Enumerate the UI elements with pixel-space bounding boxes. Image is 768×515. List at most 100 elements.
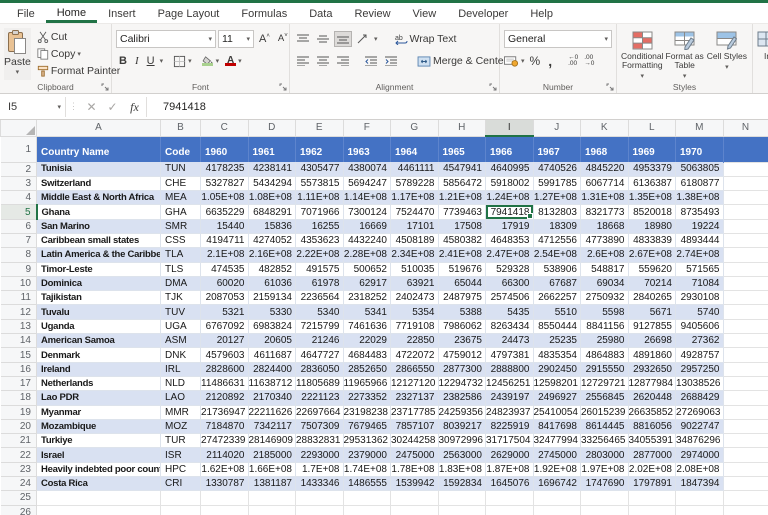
increase-indent-button[interactable] bbox=[382, 53, 400, 69]
cell[interactable]: 21736947 bbox=[201, 405, 249, 419]
cell[interactable]: 2620448 bbox=[628, 391, 676, 405]
cell-country-name[interactable]: Caribbean small states bbox=[37, 233, 161, 247]
cell[interactable] bbox=[723, 233, 768, 247]
cell[interactable]: 2563000 bbox=[438, 448, 486, 462]
cell[interactable]: 6983824 bbox=[248, 319, 296, 333]
cell[interactable]: 5918002 bbox=[486, 176, 534, 190]
cell[interactable]: 25410054 bbox=[533, 405, 581, 419]
name-box[interactable]: I5 ▾ bbox=[4, 97, 66, 117]
font-name-select[interactable]: Calibri▾ bbox=[116, 30, 216, 48]
cell[interactable]: 4797381 bbox=[486, 348, 534, 362]
cell-country-name[interactable]: Ireland bbox=[37, 362, 161, 376]
cell[interactable]: 2.34E+08 bbox=[391, 248, 439, 262]
cell[interactable] bbox=[343, 491, 391, 505]
cell[interactable]: 71084 bbox=[676, 276, 724, 290]
cell[interactable]: 61978 bbox=[296, 276, 344, 290]
cell-country-code[interactable]: TUN bbox=[161, 162, 201, 176]
cell[interactable]: 7857107 bbox=[391, 419, 439, 433]
cell[interactable] bbox=[723, 348, 768, 362]
cell[interactable]: 8520018 bbox=[628, 205, 676, 219]
cell[interactable]: 1645076 bbox=[486, 477, 534, 491]
cell[interactable]: 500652 bbox=[343, 262, 391, 276]
cell[interactable]: 2.08E+08 bbox=[676, 462, 724, 476]
cell[interactable]: 24823937 bbox=[486, 405, 534, 419]
cell[interactable] bbox=[723, 276, 768, 290]
cell[interactable] bbox=[723, 391, 768, 405]
cell[interactable] bbox=[723, 448, 768, 462]
cell[interactable]: 30972996 bbox=[438, 434, 486, 448]
cell[interactable]: 6767092 bbox=[201, 319, 249, 333]
cell[interactable]: 6635229 bbox=[201, 205, 249, 219]
font-color-button[interactable]: A bbox=[225, 56, 236, 66]
header-cell[interactable]: 1966 bbox=[486, 136, 534, 162]
format-painter-button[interactable]: Format Painter bbox=[34, 62, 123, 79]
cell-country-code[interactable]: HPC bbox=[161, 462, 201, 476]
cell[interactable]: 8132803 bbox=[533, 205, 581, 219]
cell[interactable]: 5510 bbox=[533, 305, 581, 319]
cell[interactable] bbox=[161, 505, 201, 515]
orientation-caret-icon[interactable]: ▾ bbox=[374, 35, 378, 43]
cell-country-code[interactable]: DNK bbox=[161, 348, 201, 362]
cell[interactable]: 5740 bbox=[676, 305, 724, 319]
cell[interactable]: 5573815 bbox=[296, 176, 344, 190]
cell-country-name[interactable]: Netherlands bbox=[37, 376, 161, 390]
cell[interactable]: 1696742 bbox=[533, 477, 581, 491]
cell[interactable]: 2662257 bbox=[533, 291, 581, 305]
cell[interactable]: 519676 bbox=[438, 262, 486, 276]
cell[interactable]: 4580382 bbox=[438, 233, 486, 247]
cell-country-name[interactable]: Turkiye bbox=[37, 434, 161, 448]
confirm-entry-icon[interactable]: ✓ bbox=[102, 100, 123, 114]
cell[interactable]: 29531362 bbox=[343, 434, 391, 448]
cell[interactable]: 1.87E+08 bbox=[486, 462, 534, 476]
cell[interactable]: 15440 bbox=[201, 219, 249, 233]
column-header-D[interactable]: D bbox=[248, 120, 296, 136]
cell[interactable] bbox=[581, 491, 629, 505]
cell[interactable]: 2236564 bbox=[296, 291, 344, 305]
cell[interactable] bbox=[628, 491, 676, 505]
cell[interactable]: 2487975 bbox=[438, 291, 486, 305]
cell[interactable] bbox=[723, 162, 768, 176]
cell[interactable] bbox=[723, 477, 768, 491]
bold-button[interactable]: B bbox=[116, 55, 130, 67]
cell-country-code[interactable]: DMA bbox=[161, 276, 201, 290]
cell-country-name[interactable]: San Marino bbox=[37, 219, 161, 233]
font-size-select[interactable]: 11▾ bbox=[218, 30, 254, 48]
cell-country-code[interactable]: CHE bbox=[161, 176, 201, 190]
cell[interactable]: 4274052 bbox=[248, 233, 296, 247]
cell-country-name[interactable]: Ghana bbox=[37, 205, 161, 219]
cell[interactable]: 24259356 bbox=[438, 405, 486, 419]
cell[interactable]: 2629000 bbox=[486, 448, 534, 462]
cell[interactable]: 2888800 bbox=[486, 362, 534, 376]
cell[interactable] bbox=[296, 491, 344, 505]
cell[interactable] bbox=[723, 419, 768, 433]
cell[interactable]: 5671 bbox=[628, 305, 676, 319]
cell[interactable]: 2803000 bbox=[581, 448, 629, 462]
tab-help[interactable]: Help bbox=[519, 3, 564, 23]
cell[interactable]: 2087053 bbox=[201, 291, 249, 305]
cell-country-code[interactable]: MMR bbox=[161, 405, 201, 419]
cell[interactable]: 2.74E+08 bbox=[676, 248, 724, 262]
cell[interactable]: 12456251 bbox=[486, 376, 534, 390]
cell[interactable]: 12729721 bbox=[581, 376, 629, 390]
cell-country-name[interactable]: Dominica bbox=[37, 276, 161, 290]
cell[interactable]: 7342117 bbox=[248, 419, 296, 433]
cell[interactable]: 2852650 bbox=[343, 362, 391, 376]
cell[interactable]: 1.35E+08 bbox=[628, 191, 676, 205]
cell[interactable]: 67687 bbox=[533, 276, 581, 290]
header-cell[interactable]: 1970 bbox=[676, 136, 724, 162]
cell[interactable]: 7215799 bbox=[296, 319, 344, 333]
cell[interactable]: 4611687 bbox=[248, 348, 296, 362]
cell[interactable]: 12294732 bbox=[438, 376, 486, 390]
cell[interactable]: 5063805 bbox=[676, 162, 724, 176]
insert-cells-button[interactable]: In bbox=[757, 28, 768, 61]
cell[interactable]: 2.67E+08 bbox=[628, 248, 676, 262]
cell[interactable]: 510035 bbox=[391, 262, 439, 276]
cell[interactable]: 61036 bbox=[248, 276, 296, 290]
row-header-5[interactable]: 5 bbox=[1, 205, 37, 219]
cell[interactable]: 1.78E+08 bbox=[391, 462, 439, 476]
cell-country-name[interactable]: Costa Rica bbox=[37, 477, 161, 491]
accounting-format-button[interactable] bbox=[504, 55, 519, 67]
cell[interactable]: 19224 bbox=[676, 219, 724, 233]
cell[interactable] bbox=[723, 176, 768, 190]
cell[interactable]: 529328 bbox=[486, 262, 534, 276]
